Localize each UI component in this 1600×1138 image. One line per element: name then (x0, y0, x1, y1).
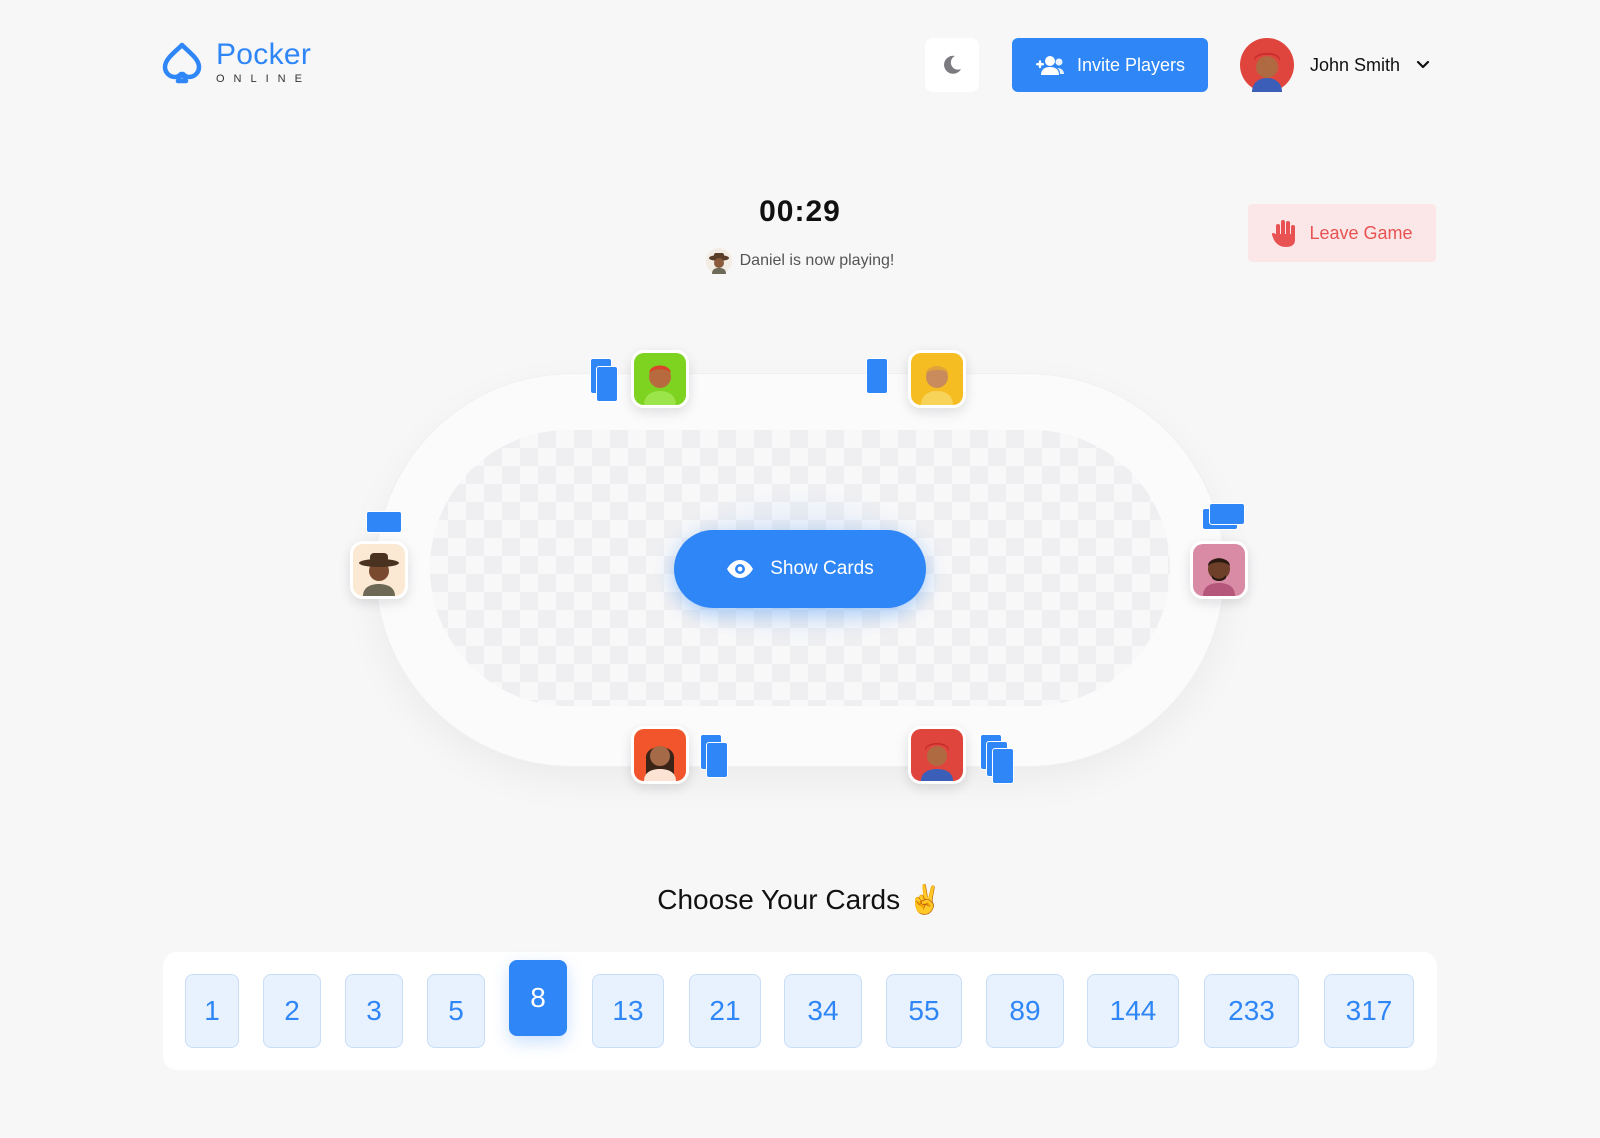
spade-icon (162, 42, 202, 83)
dark-mode-toggle[interactable] (925, 38, 979, 92)
vote-card[interactable]: 89 (986, 974, 1064, 1048)
vote-card[interactable]: 5 (427, 974, 485, 1048)
card-chooser-panel: 1 2 3 5 8 13 21 34 55 89 144 233 317 (163, 952, 1437, 1070)
player-avatar (353, 544, 405, 596)
player-card-back (866, 358, 888, 394)
vote-card[interactable]: 21 (689, 974, 761, 1048)
leave-game-button[interactable]: Leave Game (1248, 204, 1436, 262)
vote-card-selected[interactable]: 8 (509, 960, 567, 1036)
vote-card[interactable]: 233 (1204, 974, 1299, 1048)
player-avatar (911, 729, 963, 781)
logo[interactable]: Pocker ONLINE (162, 40, 311, 85)
player-card-back (706, 742, 728, 778)
moon-icon (944, 55, 961, 74)
player-avatar (1193, 544, 1245, 596)
vote-card[interactable]: 317 (1324, 974, 1414, 1048)
vote-card[interactable]: 13 (592, 974, 664, 1048)
show-cards-button[interactable]: Show Cards (674, 530, 926, 608)
player-avatar (911, 353, 963, 405)
user-name: John Smith (1310, 54, 1401, 75)
player-seat-top-left[interactable] (631, 350, 689, 408)
player-card-back (992, 748, 1014, 784)
vote-card[interactable]: 1 (185, 974, 239, 1048)
player-card-back (596, 366, 618, 402)
player-seat-left[interactable] (350, 541, 408, 599)
player-seat-bottom-right[interactable] (908, 726, 966, 784)
vote-card[interactable]: 144 (1087, 974, 1179, 1048)
logo-subtitle: ONLINE (216, 73, 311, 85)
avatar (1240, 38, 1294, 92)
player-card-back (366, 511, 402, 533)
player-seat-right[interactable] (1190, 541, 1248, 599)
choose-cards-title: Choose Your Cards ✌️ (657, 884, 943, 915)
turn-status-text: Daniel is now playing! (739, 252, 895, 269)
logo-title: Pocker (216, 38, 312, 71)
invite-players-button[interactable]: Invite Players (1012, 38, 1208, 92)
add-users-icon (1035, 56, 1064, 75)
vote-card[interactable]: 55 (886, 974, 962, 1048)
vote-card[interactable]: 34 (784, 974, 862, 1048)
player-avatar-icon (705, 248, 732, 274)
player-avatar (634, 729, 686, 781)
invite-players-label: Invite Players (1076, 54, 1186, 75)
vote-card[interactable]: 3 (345, 974, 403, 1048)
show-cards-label: Show Cards (770, 558, 874, 579)
vote-card[interactable]: 2 (263, 974, 321, 1048)
leave-game-label: Leave Game (1309, 222, 1413, 243)
hand-icon (1272, 220, 1296, 247)
player-avatar (634, 353, 686, 405)
chevron-down-icon (1416, 60, 1430, 69)
player-card-back (1209, 503, 1245, 525)
logo-text: Pocker ONLINE (216, 38, 312, 86)
player-seat-bottom-left[interactable] (631, 726, 689, 784)
eye-icon (727, 560, 754, 578)
user-menu[interactable]: John Smith (1240, 38, 1430, 92)
player-seat-top-right[interactable] (908, 350, 966, 408)
